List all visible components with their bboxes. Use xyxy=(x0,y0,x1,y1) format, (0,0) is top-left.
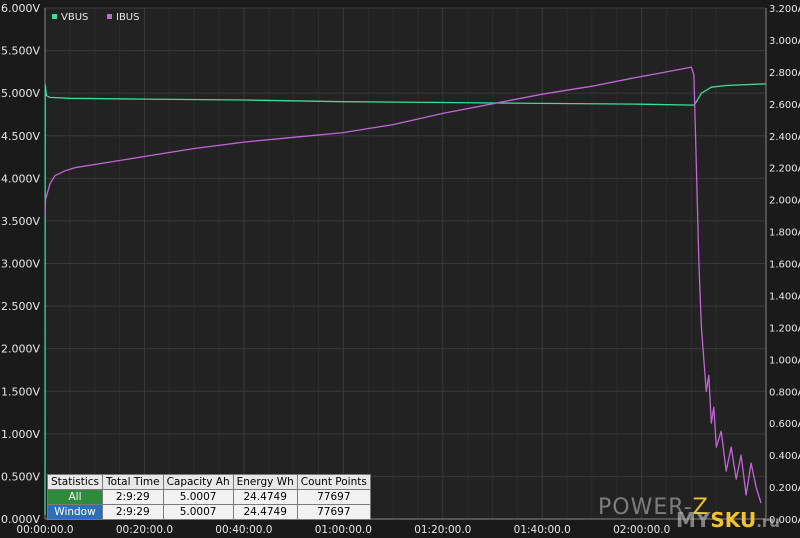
y-right-tick-label: 1.800A xyxy=(769,228,800,239)
x-tick-label: 01:40:00.0 xyxy=(514,524,571,536)
y-right-tick-label: 3.000A xyxy=(769,36,800,47)
row-label-window[interactable]: Window xyxy=(47,504,103,520)
y-left-tick-label: 0.500V xyxy=(1,470,40,483)
y-left-tick-label: 6.000V xyxy=(1,2,40,15)
y-left-tick-label: 5.000V xyxy=(1,87,40,100)
y-left-tick-label: 1.000V xyxy=(1,428,40,441)
window-capacity: 5.0007 xyxy=(162,504,234,520)
watermark-sku-text: SKU xyxy=(710,508,757,532)
window-total-time: 2:9:29 xyxy=(102,504,164,520)
window-count: 77697 xyxy=(296,504,371,520)
y-right-tick-label: 1.200A xyxy=(769,323,800,334)
y-right-tick-label: 0.600A xyxy=(769,419,800,430)
y-left-tick-label: 0.000V xyxy=(1,513,40,526)
watermark-my-text: MY xyxy=(676,508,711,532)
window-energy: 24.4749 xyxy=(232,504,298,520)
y-right-tick-label: 1.000A xyxy=(769,355,800,366)
row-label-all[interactable]: All xyxy=(47,489,103,505)
y-left-tick-label: 4.000V xyxy=(1,172,40,185)
legend-swatch-ibus xyxy=(107,14,112,19)
y-right-tick-label: 2.400A xyxy=(769,132,800,143)
statistics-header-row: Statistics Total Time Capacity Ah Energy… xyxy=(47,474,371,490)
statistics-table: Statistics Total Time Capacity Ah Energy… xyxy=(47,474,371,520)
statistics-row-window: Window 2:9:29 5.0007 24.4749 77697 xyxy=(47,504,371,520)
y-right-tick-label: 0.200A xyxy=(769,483,800,494)
legend-label-vbus: VBUS xyxy=(61,12,88,23)
x-tick-label: 01:00:00.0 xyxy=(315,524,372,536)
x-tick-label: 00:40:00.0 xyxy=(215,524,272,536)
header-statistics: Statistics xyxy=(47,474,103,490)
y-right-tick-label: 2.000A xyxy=(769,196,800,207)
y-right-tick-label: 1.400A xyxy=(769,291,800,302)
y-right-tick-label: 1.600A xyxy=(769,260,800,271)
watermark-ru-text: .ru xyxy=(756,513,780,531)
y-right-tick-label: 2.200A xyxy=(769,164,800,175)
grid xyxy=(44,7,766,520)
y-left-tick-label: 2.500V xyxy=(1,300,40,313)
header-count-points: Count Points xyxy=(296,474,371,490)
y-right-tick-label: 2.800A xyxy=(769,68,800,79)
header-energy: Energy Wh xyxy=(232,474,298,490)
legend-label-ibus: IBUS xyxy=(116,12,139,23)
x-tick-label: 01:20:00.0 xyxy=(414,524,471,536)
y-right-tick-label: 0.800A xyxy=(769,387,800,398)
x-tick-label: 02:00:00.0 xyxy=(613,524,670,536)
y-right-tick-label: 0.400A xyxy=(769,451,800,462)
chart: 00:00:00.0 00:20:00.0 00:40:00.0 01:00:00.0… xyxy=(1,2,800,536)
all-total-time: 2:9:29 xyxy=(102,489,164,505)
y-left-tick-label: 5.500V xyxy=(1,45,40,58)
header-capacity: Capacity Ah xyxy=(162,474,234,490)
y-left-tick-label: 3.500V xyxy=(1,215,40,228)
x-tick-label: 00:20:00.0 xyxy=(116,524,173,536)
all-capacity: 5.0007 xyxy=(162,489,234,505)
all-count: 77697 xyxy=(296,489,371,505)
y-left-tick-label: 1.500V xyxy=(1,385,40,398)
all-energy: 24.4749 xyxy=(232,489,298,505)
y-left-tick-label: 3.000V xyxy=(1,258,40,271)
watermark-mysku: MYSKU.ru xyxy=(676,508,780,532)
legend-swatch-vbus xyxy=(52,14,57,19)
y-left-tick-label: 4.500V xyxy=(1,130,40,143)
y-right-tick-label: 2.600A xyxy=(769,100,800,111)
y-left-tick-label: 2.000V xyxy=(1,343,40,356)
y-right-tick-label: 3.200A xyxy=(769,4,800,15)
header-total-time: Total Time xyxy=(102,474,164,490)
statistics-row-all: All 2:9:29 5.0007 24.4749 77697 xyxy=(47,489,371,505)
